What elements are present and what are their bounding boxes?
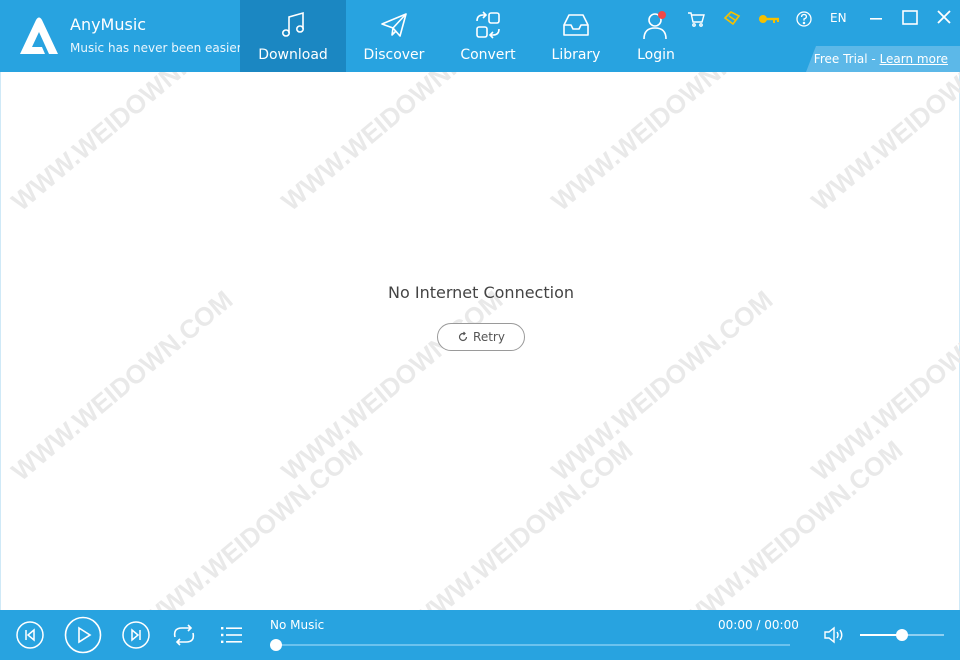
tab-login-label: Login xyxy=(637,47,675,63)
volume-icon[interactable] xyxy=(822,625,846,645)
tab-library[interactable]: Library xyxy=(536,0,616,72)
svg-text:WWW.WEIDOWN.COM: WWW.WEIDOWN.COM xyxy=(676,434,909,610)
convert-icon xyxy=(476,11,500,39)
time-readout: 00:00 / 00:00 xyxy=(718,618,799,632)
app-tagline: Music has never been easier xyxy=(70,41,242,55)
no-connection-message: No Internet Connection xyxy=(388,283,574,302)
trial-badge: Free Trial - Learn more xyxy=(806,46,960,72)
tab-login[interactable]: Login xyxy=(622,0,690,72)
svg-text:WWW.WEIDOWN.COM: WWW.WEIDOWN.COM xyxy=(806,72,960,217)
user-icon xyxy=(643,11,667,40)
maximize-icon[interactable] xyxy=(899,7,921,29)
next-track-icon[interactable] xyxy=(122,621,150,649)
svg-text:WWW.WEIDOWN.COM: WWW.WEIDOWN.COM xyxy=(806,284,960,486)
track-title: No Music xyxy=(270,618,325,632)
previous-track-icon[interactable] xyxy=(16,621,44,649)
playlist-icon[interactable] xyxy=(219,623,245,647)
svg-text:WWW.WEIDOWN.COM: WWW.WEIDOWN.COM xyxy=(6,284,239,486)
tab-convert[interactable]: Convert xyxy=(446,0,530,72)
app-name: AnyMusic xyxy=(70,15,147,34)
refresh-icon xyxy=(458,331,468,342)
retry-label: Retry xyxy=(473,330,505,344)
svg-text:WWW.WEIDOWN.COM: WWW.WEIDOWN.COM xyxy=(6,72,239,217)
gift-icon[interactable] xyxy=(722,9,742,29)
main-content: WWW.WEIDOWN.COM WWW.WEIDOWN.COM WWW.WEID… xyxy=(0,72,960,610)
music-note-icon xyxy=(282,11,304,37)
notification-dot xyxy=(658,11,666,19)
play-icon[interactable] xyxy=(64,616,102,654)
tab-convert-label: Convert xyxy=(460,47,516,63)
retry-button[interactable]: Retry xyxy=(437,323,525,351)
inbox-tray-icon xyxy=(563,14,589,36)
svg-text:WWW.WEIDOWN.COM: WWW.WEIDOWN.COM xyxy=(136,434,369,610)
repeat-icon[interactable] xyxy=(170,622,198,648)
minimize-icon[interactable] xyxy=(865,7,887,29)
trial-text: Free Trial - xyxy=(813,52,880,66)
tab-download[interactable]: Download xyxy=(240,0,346,72)
help-icon[interactable] xyxy=(794,9,814,29)
paper-plane-icon xyxy=(381,13,407,37)
svg-text:WWW.WEIDOWN.COM: WWW.WEIDOWN.COM xyxy=(276,72,509,217)
tab-discover[interactable]: Discover xyxy=(350,0,438,72)
title-bar: AnyMusic Music has never been easier Dow… xyxy=(0,0,960,72)
close-icon[interactable] xyxy=(933,7,955,29)
svg-text:WWW.WEIDOWN.COM: WWW.WEIDOWN.COM xyxy=(546,72,779,217)
tab-discover-label: Discover xyxy=(363,47,425,63)
key-icon[interactable] xyxy=(757,9,781,29)
anymusic-logo-icon xyxy=(20,17,58,54)
progress-slider[interactable] xyxy=(270,639,790,651)
player-bar: No Music 00:00 / 00:00 xyxy=(0,610,960,660)
svg-text:WWW.WEIDOWN.COM: WWW.WEIDOWN.COM xyxy=(276,284,509,486)
volume-slider[interactable] xyxy=(860,629,944,641)
learn-more-link[interactable]: Learn more xyxy=(880,52,948,66)
svg-text:WWW.WEIDOWN.COM: WWW.WEIDOWN.COM xyxy=(406,434,639,610)
tab-download-label: Download xyxy=(258,47,328,63)
cart-icon[interactable] xyxy=(686,9,706,29)
svg-text:WWW.WEIDOWN.COM: WWW.WEIDOWN.COM xyxy=(546,284,779,486)
volume-knob[interactable] xyxy=(896,629,908,641)
progress-knob[interactable] xyxy=(270,639,282,651)
tab-library-label: Library xyxy=(551,47,601,63)
language-selector[interactable]: EN xyxy=(830,11,847,25)
